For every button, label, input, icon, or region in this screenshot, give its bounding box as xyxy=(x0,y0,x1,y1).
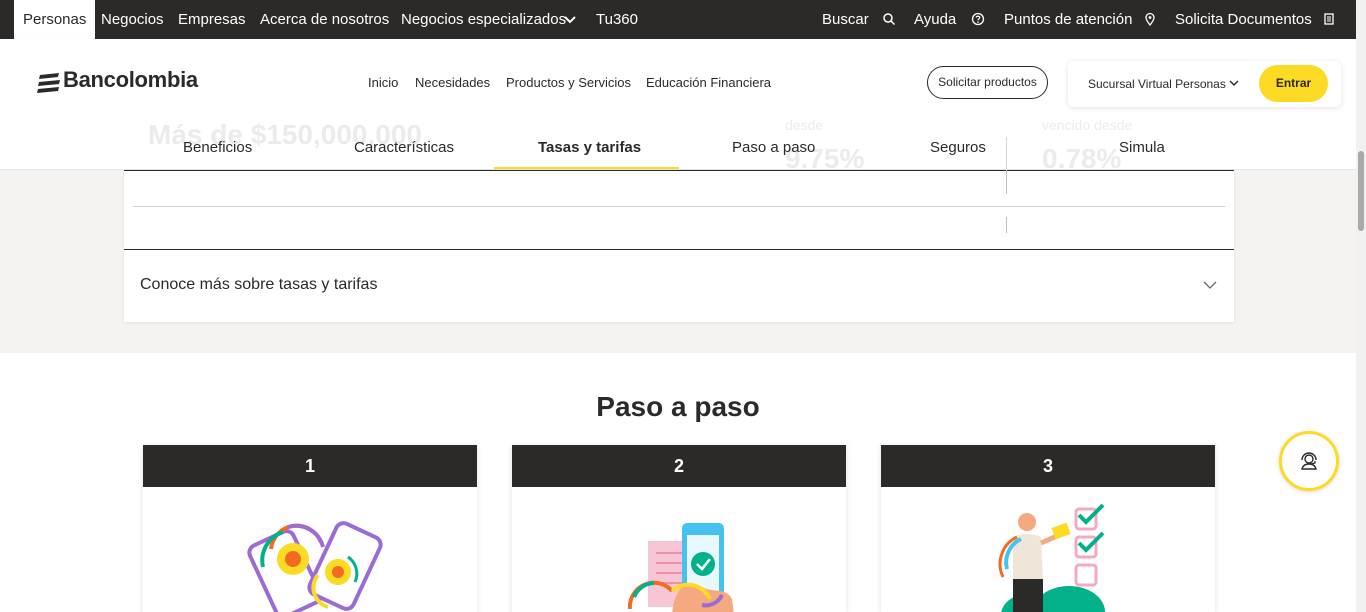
sucursal-virtual-label: Sucursal Virtual Personas xyxy=(1088,77,1226,91)
segment-acerca[interactable]: Acerca de nosotros xyxy=(260,0,389,39)
nav-necesidades[interactable]: Necesidades xyxy=(415,75,490,90)
table-column-divider xyxy=(1006,170,1007,194)
scrollbar-thumb[interactable] xyxy=(1358,151,1364,231)
solicita-documentos-link[interactable]: Solicita Documentos xyxy=(1175,0,1312,39)
chevron-down-icon[interactable] xyxy=(1228,78,1240,88)
segment-empresas[interactable]: Empresas xyxy=(178,0,246,39)
step-number: 2 xyxy=(512,445,846,487)
support-chat-button[interactable] xyxy=(1279,431,1339,491)
phones-illustration-icon xyxy=(247,521,383,612)
brand-name: Bancolombia xyxy=(63,67,198,92)
puntos-atencion-link[interactable]: Puntos de atención xyxy=(1004,0,1132,39)
rate-label-left: desde xyxy=(785,117,824,133)
table-divider xyxy=(124,249,1234,250)
sucursal-virtual-selector[interactable]: Sucursal Virtual Personas Entrar xyxy=(1068,61,1341,107)
segment-tu360[interactable]: Tu360 xyxy=(596,0,638,39)
segment-personas[interactable]: Personas xyxy=(14,0,96,39)
step-card-1: 1 xyxy=(143,445,477,612)
rate-value-right: 0.78% xyxy=(1042,143,1122,170)
table-divider xyxy=(124,170,1234,171)
tab-seguros[interactable]: Seguros xyxy=(930,139,986,156)
location-pin-icon[interactable] xyxy=(1143,12,1157,26)
table-row-divider xyxy=(133,206,1225,207)
page-scrollbar[interactable] xyxy=(1356,0,1366,612)
rates-column-divider xyxy=(1006,137,1007,169)
search-icon[interactable] xyxy=(882,12,896,26)
checklist-illustration-icon xyxy=(998,503,1105,612)
tab-simula[interactable]: Simula xyxy=(1119,139,1165,156)
search-link[interactable]: Buscar xyxy=(822,0,869,39)
tab-tasas-tarifas[interactable]: Tasas y tarifas xyxy=(538,139,641,156)
section-tabs: Más de $150,000,000 desde 9.75% vencido … xyxy=(0,117,1356,170)
headset-agent-icon xyxy=(1301,452,1317,470)
top-utility-bar: Personas Negocios Empresas Acerca de nos… xyxy=(0,0,1356,39)
document-check-illustration-icon xyxy=(627,523,734,612)
table-column-divider xyxy=(1006,217,1007,233)
segment-negocios[interactable]: Negocios xyxy=(101,0,164,39)
nav-productos-servicios[interactable]: Productos y Servicios xyxy=(506,75,631,90)
accordion-tasas-tarifas[interactable]: Conoce más sobre tasas y tarifas xyxy=(140,276,377,294)
rates-table-card: Conoce más sobre tasas y tarifas xyxy=(124,170,1234,322)
nav-inicio[interactable]: Inicio xyxy=(368,75,398,90)
help-link[interactable]: Ayuda xyxy=(914,0,956,39)
segment-negocios-especializados[interactable]: Negocios especializados xyxy=(401,0,566,39)
solicitar-productos-button[interactable]: Solicitar productos xyxy=(927,66,1048,99)
main-header: Bancolombia Inicio Necesidades Productos… xyxy=(0,39,1356,117)
step-card-3: 3 xyxy=(881,445,1215,612)
step-card-2: 2 xyxy=(512,445,846,612)
chevron-down-icon[interactable] xyxy=(563,13,577,27)
tab-caracteristicas[interactable]: Características xyxy=(354,139,454,156)
step-number: 3 xyxy=(881,445,1215,487)
help-icon[interactable] xyxy=(971,12,985,26)
nav-educacion-financiera[interactable]: Educación Financiera xyxy=(646,75,771,90)
entrar-button[interactable]: Entrar xyxy=(1259,65,1328,102)
step-number: 1 xyxy=(143,445,477,487)
rate-label-right: vencido desde xyxy=(1042,117,1133,133)
chevron-down-icon[interactable] xyxy=(1203,280,1217,290)
bancolombia-logo-icon xyxy=(37,73,60,93)
tab-beneficios[interactable]: Beneficios xyxy=(183,139,252,156)
tab-paso-a-paso[interactable]: Paso a paso xyxy=(732,139,815,156)
document-icon[interactable] xyxy=(1322,12,1336,26)
paso-a-paso-section: Paso a paso 1 2 3 xyxy=(0,353,1356,612)
section-title: Paso a paso xyxy=(596,391,760,422)
